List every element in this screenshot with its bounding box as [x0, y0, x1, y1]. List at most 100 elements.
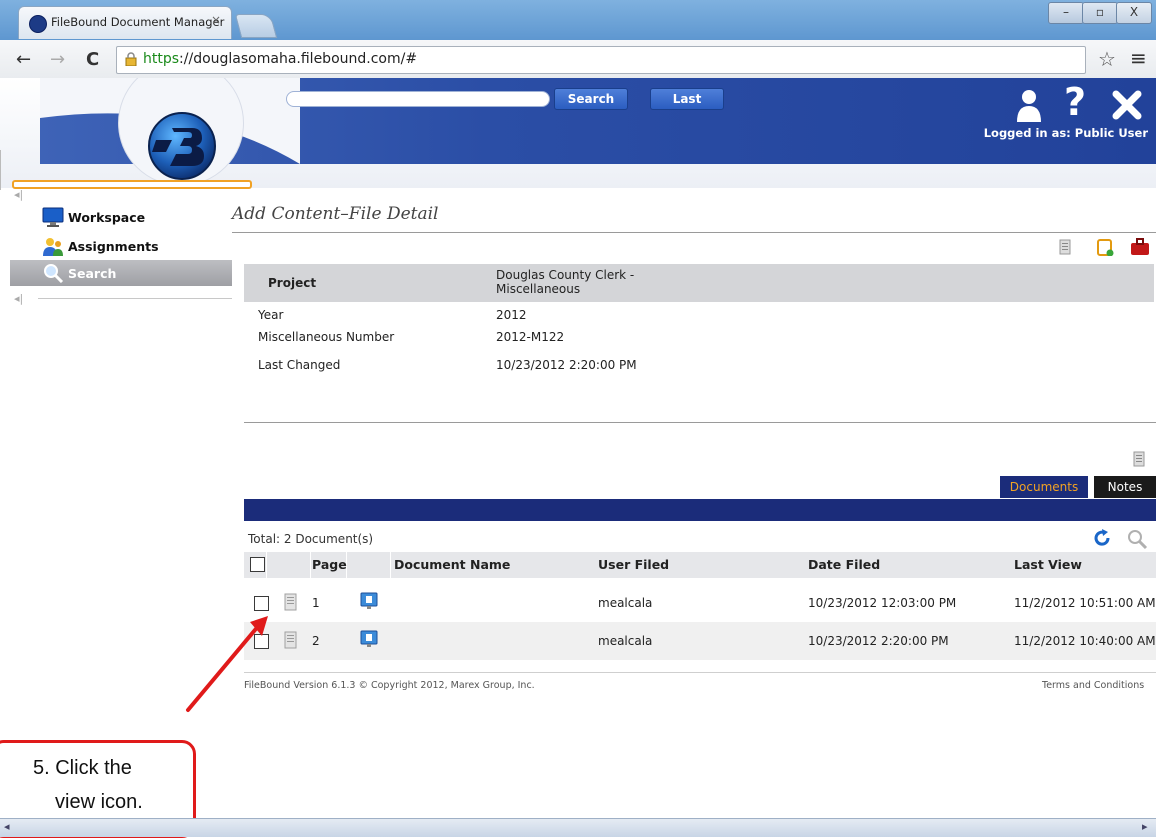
url-text: https://douglasomaha.filebound.com/#	[143, 51, 417, 67]
monitor-icon	[42, 207, 64, 227]
lock-icon	[125, 52, 137, 66]
view-icon[interactable]	[360, 630, 380, 648]
url-rest: ://douglasomaha.filebound.com/#	[179, 51, 418, 67]
column-header-user-filed[interactable]: User Filed	[598, 557, 669, 572]
detail-label: Miscellaneous Number	[258, 330, 395, 344]
filebound-favicon-icon	[29, 15, 47, 33]
document-icon[interactable]	[1132, 450, 1148, 468]
sidebar-item-search[interactable]: Search	[10, 260, 232, 286]
detail-value-line2: Miscellaneous	[496, 282, 581, 296]
address-bar[interactable]: https://douglasomaha.filebound.com/#	[116, 46, 1086, 74]
detail-value: 2012-M122	[496, 330, 565, 344]
detail-row-last-changed: Last Changed 10/23/2012 2:20:00 PM	[244, 356, 1154, 376]
document-icon[interactable]	[1058, 238, 1074, 256]
detail-divider	[244, 422, 1156, 423]
detail-label: Year	[258, 308, 284, 322]
filebound-logo-icon	[148, 112, 216, 180]
detail-value: 2012	[496, 308, 527, 322]
title-divider	[232, 232, 1156, 233]
tab-documents[interactable]: Documents	[1000, 476, 1088, 498]
sidebar-item-workspace[interactable]: Workspace	[10, 204, 232, 230]
row-date-filed: 10/23/2012 2:20:00 PM	[808, 634, 949, 648]
detail-label: Last Changed	[258, 358, 341, 372]
search-button[interactable]: Search	[554, 88, 628, 110]
user-icon[interactable]	[1014, 88, 1044, 122]
new-tab-button[interactable]	[234, 14, 278, 38]
column-header-page[interactable]: Page	[312, 557, 347, 572]
left-edge-marker	[0, 150, 11, 190]
page-title: Add Content–File Detail	[232, 204, 439, 224]
last-button[interactable]: Last	[650, 88, 724, 110]
row-date-filed: 10/23/2012 12:03:00 PM	[808, 596, 957, 610]
row-last-view: 11/2/2012 10:51:00 AM	[1014, 596, 1156, 610]
detail-row-project: Project Douglas County Clerk - Miscellan…	[244, 264, 1154, 302]
magnifier-icon	[44, 264, 64, 283]
detail-label: Project	[268, 276, 317, 290]
browser-toolbar: ← → C https://douglasomaha.filebound.com…	[0, 40, 1156, 79]
grid-header-sep	[266, 552, 267, 578]
row-user-filed: mealcala	[598, 634, 653, 648]
back-icon[interactable]: ←	[16, 49, 31, 70]
tab-notes[interactable]: Notes	[1094, 476, 1156, 498]
row-page: 1	[312, 596, 320, 610]
scroll-right-icon[interactable]: ▸	[1142, 820, 1148, 833]
grid-header-sep	[390, 552, 391, 578]
callout-line-2: view icon.	[55, 791, 143, 813]
row-page: 2	[312, 634, 320, 648]
document-grid-bar	[244, 499, 1156, 521]
help-icon[interactable]: ?	[1064, 80, 1086, 124]
search-icon[interactable]	[1126, 528, 1148, 550]
table-row[interactable]: 1 mealcala 10/23/2012 12:03:00 PM 11/2/2…	[244, 584, 1156, 622]
briefcase-icon[interactable]	[1130, 238, 1150, 256]
browser-tab[interactable]: FileBound Document Manager ×	[18, 6, 232, 39]
close-icon[interactable]	[1112, 90, 1142, 120]
callout-line-1: 5. Click the	[33, 757, 132, 779]
header-search-input[interactable]	[286, 91, 550, 107]
maximize-button[interactable]: ▫	[1082, 2, 1118, 24]
minimize-button[interactable]: –	[1048, 2, 1084, 24]
detail-value: 10/23/2012 2:20:00 PM	[496, 358, 637, 372]
row-last-view: 11/2/2012 10:40:00 AM	[1014, 634, 1156, 648]
document-icon[interactable]	[284, 631, 298, 649]
browser-tab-title: FileBound Document Manager	[51, 15, 225, 29]
row-user-filed: mealcala	[598, 596, 653, 610]
reload-icon[interactable]: C	[86, 49, 99, 70]
forward-icon[interactable]: →	[50, 49, 65, 70]
grid-header-sep	[310, 552, 311, 578]
sidebar-item-label: Search	[68, 266, 117, 281]
sidebar-item-label: Assignments	[68, 239, 159, 254]
menu-icon[interactable]: ≡	[1130, 46, 1147, 70]
column-header-document-name[interactable]: Document Name	[394, 557, 510, 572]
column-header-last-view[interactable]: Last View	[1014, 557, 1082, 572]
people-icon	[43, 238, 63, 256]
select-all-checkbox[interactable]	[250, 557, 265, 572]
logged-in-status: Logged in as: Public User	[983, 126, 1148, 140]
callout-arrow	[186, 616, 268, 712]
detail-value-line1: Douglas County Clerk -	[496, 268, 635, 282]
detail-row-year: Year 2012	[244, 306, 1154, 326]
sidebar-item-label: Workspace	[68, 210, 146, 225]
refresh-icon[interactable]	[1092, 528, 1112, 548]
url-scheme: https	[143, 51, 180, 67]
tab-close-icon[interactable]: ×	[211, 13, 221, 27]
browser-tab-strip: FileBound Document Manager × – ▫ X	[0, 0, 1156, 40]
add-clipboard-icon[interactable]	[1096, 238, 1114, 256]
document-icon[interactable]	[284, 593, 298, 611]
sidebar-collapse-handle[interactable]	[12, 180, 252, 189]
terms-link[interactable]: Terms and Conditions	[1042, 680, 1144, 691]
sidebar-bottom-arrow-icon[interactable]: ◂|	[14, 292, 23, 305]
bookmark-star-icon[interactable]: ☆	[1098, 47, 1116, 71]
sidebar-top-arrow-icon[interactable]: ◂|	[14, 188, 23, 201]
document-total: Total: 2 Document(s)	[248, 532, 374, 546]
footer-divider	[244, 672, 1156, 673]
window-close-button[interactable]: X	[1116, 2, 1152, 24]
column-header-date-filed[interactable]: Date Filed	[808, 557, 880, 572]
scroll-left-icon[interactable]: ◂	[4, 820, 10, 833]
detail-row-misc-number: Miscellaneous Number 2012-M122	[244, 328, 1154, 348]
sidebar-item-assignments[interactable]: Assignments	[10, 233, 232, 259]
view-icon[interactable]	[360, 592, 380, 610]
table-row[interactable]: 2 mealcala 10/23/2012 2:20:00 PM 11/2/20…	[244, 622, 1156, 660]
version-text: FileBound Version 6.1.3 © Copyright 2012…	[244, 680, 535, 691]
sidebar-divider	[38, 298, 232, 299]
horizontal-scrollbar[interactable]: ◂ ▸	[0, 818, 1156, 837]
